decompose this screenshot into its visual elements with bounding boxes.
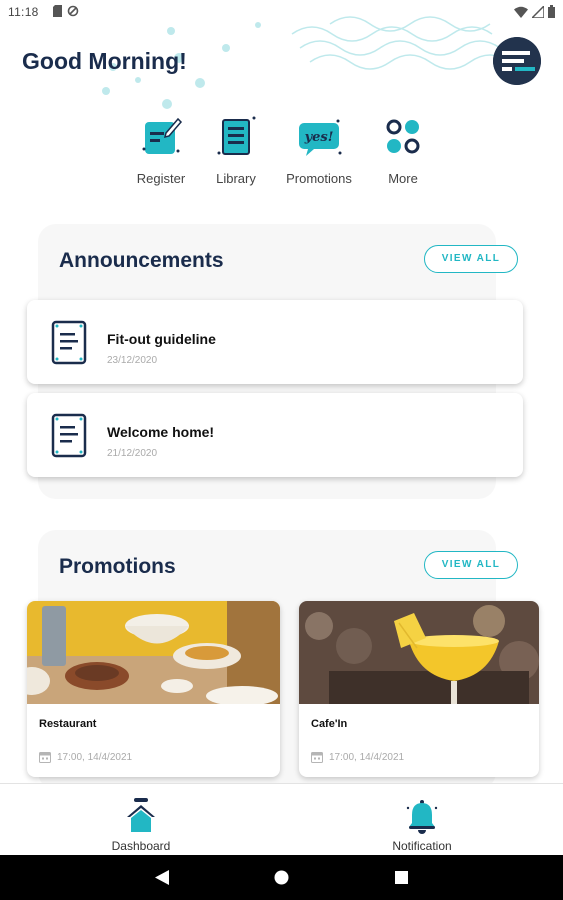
announcement-date: 21/12/2020 bbox=[107, 448, 158, 459]
status-bar: 11:18 bbox=[0, 0, 563, 24]
avatar[interactable] bbox=[493, 37, 541, 85]
promotion-name: Restaurant bbox=[39, 718, 97, 730]
wifi-icon bbox=[514, 6, 528, 18]
signal-icon bbox=[532, 5, 544, 18]
document-icon bbox=[51, 320, 87, 365]
more-icon bbox=[378, 113, 428, 163]
quick-action-library[interactable]: Library bbox=[191, 113, 281, 186]
promotion-time: 17:00, 14/4/2021 bbox=[57, 751, 133, 763]
announcement-title: Welcome home! bbox=[107, 424, 215, 440]
home-icon bbox=[127, 798, 155, 832]
library-icon bbox=[211, 113, 261, 163]
bell-icon bbox=[406, 800, 438, 834]
promotions-badge-text: yes! bbox=[304, 130, 334, 145]
promotion-card[interactable]: Restaurant 17:00, 14/4/2021 bbox=[27, 601, 280, 777]
sd-card-icon bbox=[53, 5, 62, 17]
bottom-nav: Dashboard Notification bbox=[0, 783, 563, 855]
announcements-title: Announcements bbox=[59, 249, 224, 272]
promotions-icon: yes! bbox=[294, 113, 344, 163]
calendar-icon bbox=[39, 752, 51, 763]
promotion-name: Cafe'In bbox=[311, 718, 348, 730]
home-nav-icon[interactable] bbox=[274, 870, 289, 885]
cafe-image bbox=[299, 601, 539, 704]
battery-icon bbox=[548, 5, 555, 18]
nav-item-notification[interactable]: Notification bbox=[362, 784, 482, 856]
quick-action-label: Promotions bbox=[286, 171, 352, 186]
promotion-time: 17:00, 14/4/2021 bbox=[329, 751, 405, 763]
quick-action-more[interactable]: More bbox=[358, 113, 448, 186]
sync-icon bbox=[67, 5, 79, 17]
quick-action-label: More bbox=[388, 171, 418, 186]
announcement-item[interactable]: Welcome home! 21/12/2020 bbox=[27, 393, 523, 477]
system-nav-bar bbox=[0, 855, 563, 900]
nav-label-dashboard: Dashboard bbox=[111, 839, 171, 853]
announcements-view-all-button[interactable]: VIEW ALL bbox=[424, 245, 518, 273]
status-time: 11:18 bbox=[8, 5, 39, 19]
announcement-item[interactable]: Fit-out guideline 23/12/2020 bbox=[27, 300, 523, 384]
back-icon[interactable] bbox=[155, 870, 169, 885]
greeting-title: Good Morning! bbox=[22, 48, 187, 74]
logo-icon bbox=[493, 37, 541, 85]
nav-label-notification: Notification bbox=[392, 839, 452, 853]
quick-action-label: Library bbox=[216, 171, 256, 186]
restaurant-image bbox=[27, 601, 280, 704]
calendar-icon bbox=[311, 752, 323, 763]
announcement-date: 23/12/2020 bbox=[107, 355, 158, 366]
promotions-title: Promotions bbox=[59, 555, 176, 578]
promotion-card[interactable]: Cafe'In 17:00, 14/4/2021 bbox=[299, 601, 539, 777]
announcement-title: Fit-out guideline bbox=[107, 331, 216, 347]
nav-item-dashboard[interactable]: Dashboard bbox=[81, 784, 201, 856]
recents-icon[interactable] bbox=[395, 871, 408, 884]
promotions-view-all-button[interactable]: VIEW ALL bbox=[424, 551, 518, 579]
quick-action-promotions[interactable]: yes! Promotions bbox=[274, 113, 364, 186]
document-icon bbox=[51, 413, 87, 458]
register-icon bbox=[136, 113, 186, 163]
